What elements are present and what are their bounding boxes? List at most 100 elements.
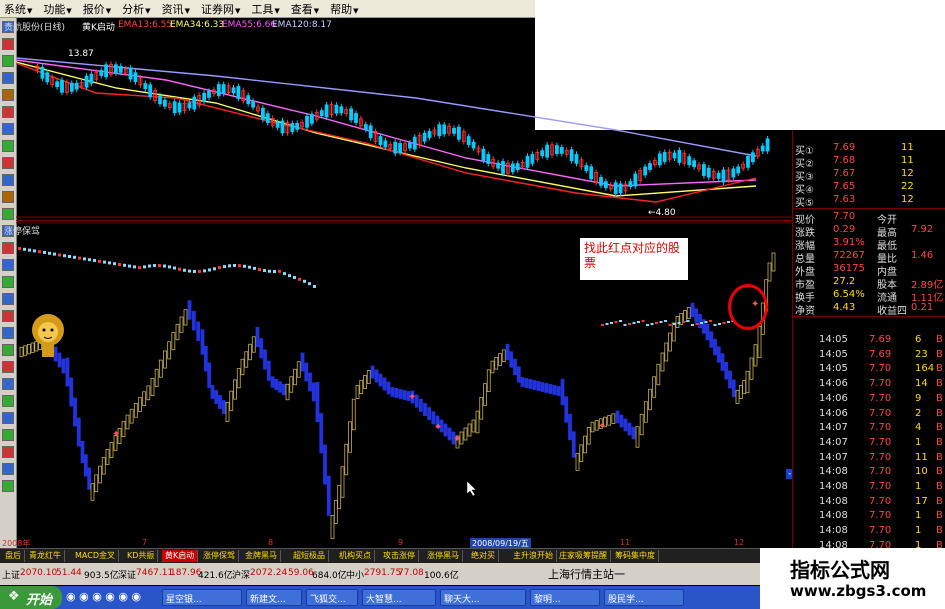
menu-item-3[interactable]: 分析▼ (118, 1, 157, 17)
tick-time: 14:05 (819, 363, 848, 375)
quote-value: 0.29 (833, 224, 856, 235)
start-button[interactable]: ❖ 开始 (0, 586, 62, 609)
quote-label: 净资 (795, 306, 815, 317)
toolbar-tool-icon[interactable] (2, 208, 14, 220)
signal-dot (601, 324, 604, 326)
menu-item-0[interactable]: 系统▼ (0, 1, 39, 17)
tab-0[interactable]: 盘后 (2, 550, 25, 562)
toolbar-tool-icon[interactable] (2, 412, 14, 424)
signal-dot (48, 251, 51, 255)
toolbar-tool-icon[interactable] (2, 89, 14, 101)
menu-item-6[interactable]: 工具▼ (247, 1, 286, 17)
menu-item-5[interactable]: 证券网▼ (197, 1, 247, 17)
k-bar (80, 440, 85, 464)
signal-dot (203, 269, 206, 273)
signal-dot (691, 324, 694, 326)
menu-item-7[interactable]: 查看▼ (287, 1, 326, 17)
toolbar-tool-icon[interactable] (2, 140, 14, 152)
candle (192, 96, 197, 110)
candle (760, 145, 765, 152)
menu-item-1[interactable]: 功能▼ (39, 1, 78, 17)
tab-11[interactable]: 绝对买 (468, 550, 499, 562)
toolbar-tool-icon[interactable] (2, 55, 14, 67)
tab-2[interactable]: MACD金叉 (72, 550, 119, 562)
menu-item-4[interactable]: 资讯▼ (158, 1, 197, 17)
taskbar-item[interactable]: 聊天大... (440, 589, 526, 606)
k-bar (749, 357, 754, 380)
k-bar (524, 378, 529, 388)
k-bar (187, 300, 192, 320)
candle (574, 154, 579, 164)
tab-9[interactable]: 攻击涨停 (380, 550, 419, 562)
toolbar-tool-icon[interactable] (2, 276, 14, 288)
toolbar-tool-icon[interactable] (2, 106, 14, 118)
tab-8[interactable]: 机构买点 (336, 550, 375, 562)
toolbar-tool-icon[interactable] (2, 72, 14, 84)
toolbar-tool-icon[interactable] (2, 310, 14, 322)
toolbar-tool-icon[interactable] (2, 293, 14, 305)
taskbar-item[interactable]: 黎明... (530, 589, 600, 606)
tick-time: 14:06 (819, 392, 848, 404)
toolbar-tool-icon[interactable] (2, 174, 14, 186)
tab-5[interactable]: 涨停保驾 (200, 550, 239, 562)
k-bar (735, 390, 740, 404)
k-bar (564, 396, 569, 423)
toolbar-tool-icon[interactable] (2, 463, 14, 475)
toolbar-tool-icon[interactable] (2, 395, 14, 407)
candlestick-chart[interactable] (16, 18, 792, 218)
order-volume: 12 (901, 194, 914, 205)
k-bar (105, 449, 110, 465)
tab-12[interactable]: 主升浪开始 (510, 550, 557, 562)
k-bar (293, 368, 297, 386)
tab-7[interactable]: 超短极品 (290, 550, 329, 562)
toolbar-tool-icon[interactable] (2, 429, 14, 441)
candle (427, 131, 432, 138)
toolbar-tool-icon[interactable] (2, 378, 14, 390)
tab-14[interactable]: 筹码集中度 (612, 550, 659, 562)
menu-item-2[interactable]: 报价▼ (79, 1, 118, 17)
menu-label: 系统 (4, 2, 26, 16)
toolbar-tool-icon[interactable] (2, 446, 14, 458)
toolbar-tool-icon[interactable] (2, 327, 14, 339)
tab-10[interactable]: 涨停黑马 (424, 550, 463, 562)
candle (486, 154, 491, 164)
signal-dot (628, 323, 631, 325)
k-bar (266, 360, 271, 381)
toolbar-tool-icon[interactable] (2, 480, 14, 492)
toolbar-tool-icon[interactable] (2, 123, 14, 135)
toolbar-tool-icon[interactable] (2, 191, 14, 203)
k-bar (579, 444, 584, 463)
taskbar-item[interactable]: 星空银... (162, 589, 242, 606)
tab-1[interactable]: 青龙红牛 (26, 550, 65, 562)
k-bar (370, 365, 375, 379)
candle (736, 166, 741, 174)
k-bar (233, 379, 237, 400)
quote-value: 72267 (833, 250, 865, 261)
toolbar-tool-icon[interactable] (2, 259, 14, 271)
quicklaunch-icons[interactable]: ◉ ◉ ◉ ◉ ◉ ◉ (66, 590, 141, 603)
taskbar-item-label: 聊天大... (444, 595, 480, 605)
tick-volume: 23 (915, 348, 928, 360)
taskbar: ❖ 开始 ◉ ◉ ◉ ◉ ◉ ◉ 星空银... 新建文... 飞狐交... 大智慧..… (0, 586, 760, 609)
signal-dot (727, 321, 730, 323)
tab-3[interactable]: KD共振 (124, 550, 159, 562)
toolbar-tool-icon[interactable] (2, 157, 14, 169)
toolbar-tool-icon[interactable] (2, 38, 14, 50)
k-bar (686, 307, 691, 319)
taskbar-item[interactable]: 股民学... (604, 589, 684, 606)
tab-6[interactable]: 金牌黑马 (242, 550, 281, 562)
taskbar-item[interactable]: 飞狐交... (306, 589, 358, 606)
candle (84, 75, 89, 88)
k-bar (150, 378, 155, 396)
taskbar-item[interactable]: 大智慧... (362, 589, 436, 606)
tab-13[interactable]: 庄家吸筹提醒 (556, 550, 611, 562)
toolbar-tool-icon[interactable] (2, 242, 14, 254)
tab-4[interactable]: 黄K启动 (162, 550, 199, 562)
candle (162, 99, 167, 107)
candle (383, 140, 388, 148)
candle (118, 65, 123, 73)
taskbar-item[interactable]: 新建文... (246, 589, 302, 606)
toolbar-tool-icon[interactable] (2, 361, 14, 373)
toolbar-tool-icon[interactable] (2, 344, 14, 356)
menu-item-8[interactable]: 帮助▼ (326, 1, 365, 17)
